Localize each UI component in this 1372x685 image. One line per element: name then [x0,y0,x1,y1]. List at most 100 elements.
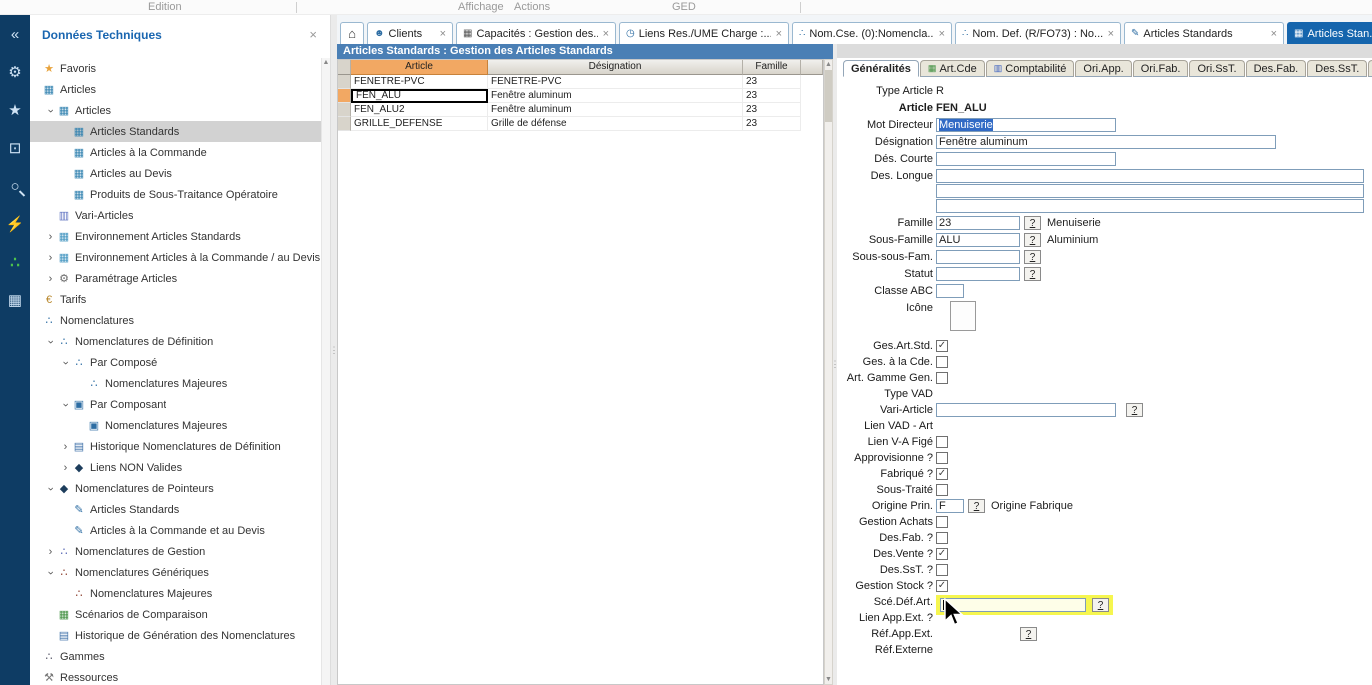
modules-icon[interactable]: ▦ [2,287,28,313]
collapse-sidebar-icon[interactable]: « [2,21,28,47]
cell-famille[interactable]: 23 [743,75,801,89]
checkbox[interactable] [936,436,948,448]
tree-item-articles-a-la-commande-et-au-devis[interactable]: ✎Articles à la Commande et au Devis [30,520,321,541]
text-input-line[interactable] [936,169,1364,183]
tree-item-historique-nomenclatures-de-definition[interactable]: ›▤Historique Nomenclatures de Définition [30,436,321,457]
tree-item-tarifs[interactable]: €Tarifs [30,289,321,310]
tree-item-nomenclatures-generiques[interactable]: ›∴Nomenclatures Génériques [30,562,321,583]
tree-item-produits-de-sous-traitance-operatoire[interactable]: ▦Produits de Sous-Traitance Opératoire [30,184,321,205]
help-button[interactable]: ? [1092,598,1109,612]
tree-item-articles-a-la-commande[interactable]: ▦Articles à la Commande [30,142,321,163]
form-tab-des-fab[interactable]: Des.Fab. [1246,60,1307,77]
checkbox[interactable] [936,452,948,464]
row-selector[interactable] [338,103,351,117]
tree-item-nomenclatures-majeures[interactable]: ▣Nomenclatures Majeures [30,415,321,436]
cell-article[interactable]: FEN_ALU [351,89,488,103]
checkbox[interactable] [936,516,948,528]
column-header-article[interactable]: Article [351,60,488,75]
help-button[interactable]: ? [1024,267,1041,281]
selector-column-header[interactable] [338,60,351,75]
form-tab-des-sst[interactable]: Des.SsT. [1307,60,1367,77]
home-tab[interactable]: ⌂ [340,22,364,44]
tree-scroll-up-icon[interactable]: ▲ [322,58,330,67]
tree-item-nomenclatures-majeures[interactable]: ∴Nomenclatures Majeures [30,373,321,394]
row-selector[interactable] [338,89,351,103]
tree-item-par-compose[interactable]: ›∴Par Composé [30,352,321,373]
menu-actions[interactable]: Actions [514,1,550,13]
column-header-famille[interactable]: Famille [743,60,801,75]
tree-item-nomenclatures-majeures[interactable]: ∴Nomenclatures Majeures [30,583,321,604]
field-input-sce-def-art[interactable] [940,598,1086,612]
tree-item-vari-articles[interactable]: ▥Vari-Articles [30,205,321,226]
chevron-closed-icon[interactable]: › [44,273,57,285]
tree-close-icon[interactable]: × [306,27,320,42]
chevron-open-icon[interactable]: › [45,482,57,495]
form-tab-ori-app[interactable]: Ori.App. [1075,60,1131,77]
tab-nom-cse-0-nomencla[interactable]: ∴Nom.Cse. (0):Nomencla...× [792,22,952,44]
monitor-icon[interactable]: ⊡ [2,135,28,161]
menu-ged[interactable]: GED [672,1,696,13]
cell-designation[interactable]: Fenêtre aluminum [488,103,743,117]
chevron-open-icon[interactable]: › [45,335,57,348]
cell-designation[interactable]: FENETRE-PVC [488,75,743,89]
field-input-vari-article[interactable] [936,403,1116,417]
chevron-open-icon[interactable]: › [60,356,72,369]
tree-item-nomenclatures-de-pointeurs[interactable]: ›◆Nomenclatures de Pointeurs [30,478,321,499]
tree-item-articles-standards[interactable]: ✎Articles Standards [30,499,321,520]
form-tab-ori-sst[interactable]: Ori.SsT. [1189,60,1244,77]
table-row[interactable]: FENETRE-PVCFENETRE-PVC23 [338,75,823,89]
form-tab-generalites[interactable]: Généralités [843,60,919,77]
cell-famille[interactable]: 23 [743,89,801,103]
tree-item-ressources[interactable]: ⚒Ressources [30,667,321,685]
tree-item-liens-non-valides[interactable]: ›◆Liens NON Valides [30,457,321,478]
help-button[interactable]: ? [1126,403,1143,417]
field-input-designation[interactable]: Fenêtre aluminum [936,135,1276,149]
tree-item-environnement-articles-a-la-commande-au-devis[interactable]: ›▦Environnement Articles à la Commande /… [30,247,321,268]
tree-item-articles[interactable]: ▦Articles [30,79,321,100]
favorites-star-icon[interactable]: ★ [2,97,28,123]
tree-item-articles-au-devis[interactable]: ▦Articles au Devis [30,163,321,184]
checkbox[interactable]: ✓ [936,468,948,480]
tree-item-articles-standards[interactable]: ▦Articles Standards [30,121,321,142]
tab-capacites-gestion-des[interactable]: ▦Capacités : Gestion des...× [456,22,616,44]
checkbox[interactable] [936,356,948,368]
row-selector[interactable] [338,117,351,131]
chevron-open-icon[interactable]: › [45,566,57,579]
form-tab-des-vte[interactable]: Des.Vte. [1368,60,1372,77]
field-input-mot-directeur[interactable]: Menuiserie [936,118,1116,132]
lightning-icon[interactable]: ⚡ [2,211,28,237]
cell-famille[interactable]: 23 [743,103,801,117]
tree-item-nomenclatures-de-gestion[interactable]: ›∴Nomenclatures de Gestion [30,541,321,562]
table-row[interactable]: GRILLE_DEFENSEGrille de défense23 [338,117,823,131]
checkbox[interactable] [936,564,948,576]
form-tab-comptabilite[interactable]: ▥Comptabilité [986,60,1075,77]
field-input-origine-prin[interactable]: F [936,499,964,513]
field-input-famille[interactable]: 23 [936,216,1020,230]
tree-item-gammes[interactable]: ∴Gammes [30,646,321,667]
tree-item-environnement-articles-standards[interactable]: ›▦Environnement Articles Standards [30,226,321,247]
tree-item-favoris[interactable]: ★Favoris [30,58,321,79]
tree-item-par-composant[interactable]: ›▣Par Composant [30,394,321,415]
field-input-des-courte[interactable] [936,152,1116,166]
chevron-closed-icon[interactable]: › [44,252,57,264]
help-button[interactable]: ? [1020,627,1037,641]
tree-item-articles[interactable]: ›▦Articles [30,100,321,121]
form-tab-art-cde[interactable]: ▦Art.Cde [920,60,985,77]
row-selector[interactable] [338,75,351,89]
help-button[interactable]: ? [1024,216,1041,230]
tree-item-parametrage-articles[interactable]: ›⚙Paramétrage Articles [30,268,321,289]
cell-designation[interactable]: Fenêtre aluminum [488,89,743,103]
table-row[interactable]: FEN_ALUFenêtre aluminum23 [338,89,823,103]
checkbox[interactable] [936,484,948,496]
cell-article[interactable]: FEN_ALU2 [351,103,488,117]
tree-item-nomenclatures[interactable]: ∴Nomenclatures [30,310,321,331]
icon-box[interactable] [950,301,976,331]
tab-articles-stan[interactable]: ▦Articles Stan... [1287,22,1372,44]
text-input-line[interactable] [936,199,1364,213]
checkbox[interactable]: ✓ [936,580,948,592]
grid-scroll-up-icon[interactable]: ▲ [825,60,832,69]
search-icon[interactable]: ○ [2,173,28,199]
tab-close-icon[interactable]: × [603,28,609,40]
tree-item-nomenclatures-de-definition[interactable]: ›∴Nomenclatures de Définition [30,331,321,352]
chevron-closed-icon[interactable]: › [59,462,72,474]
